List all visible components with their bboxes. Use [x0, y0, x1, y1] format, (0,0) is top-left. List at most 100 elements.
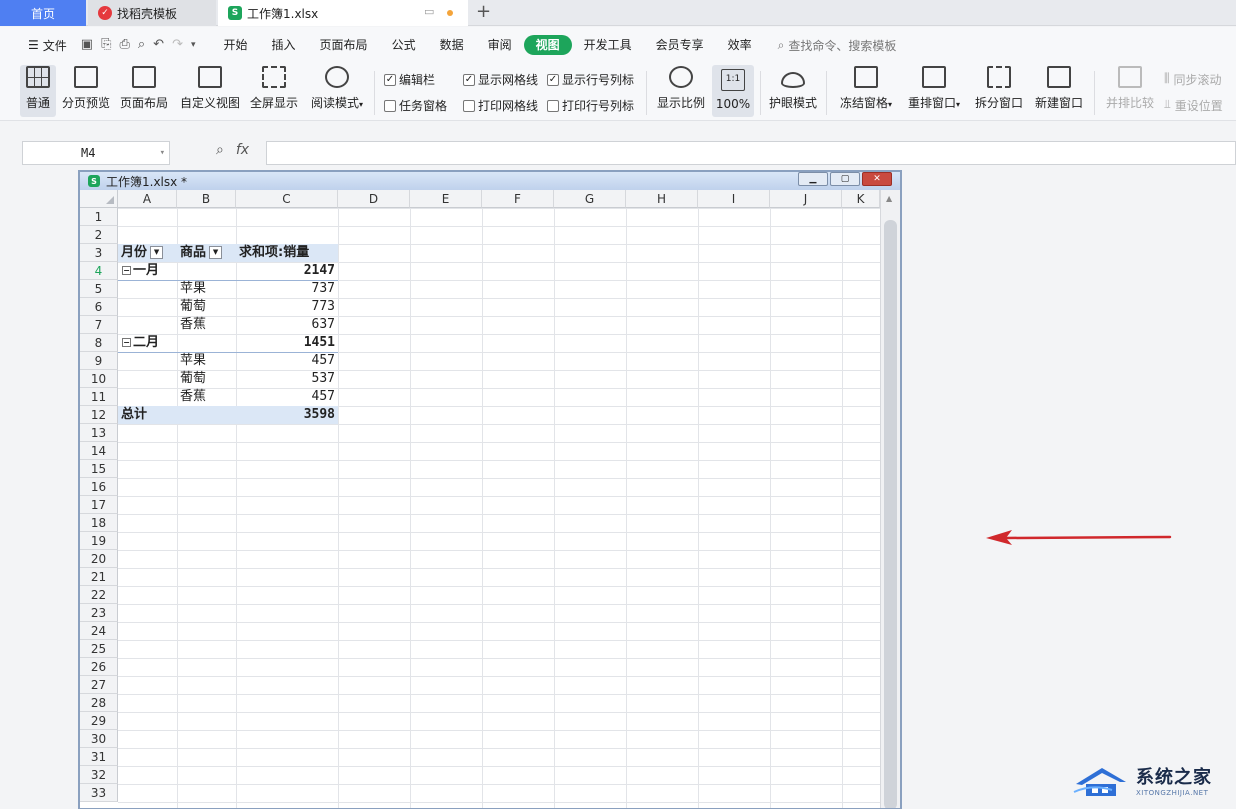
- row-header[interactable]: 2: [80, 226, 118, 244]
- pivot-cell-item[interactable]: 苹果: [177, 280, 236, 298]
- menu-view[interactable]: 视图: [523, 35, 572, 55]
- add-tab-button[interactable]: +: [476, 1, 491, 22]
- print-gridlines-checkbox[interactable]: 打印网格线: [463, 97, 538, 114]
- pivot-cell-value[interactable]: 2147: [236, 262, 338, 280]
- row-header[interactable]: 33: [80, 784, 118, 802]
- pivot-cell-item[interactable]: 葡萄: [177, 298, 236, 316]
- row-header[interactable]: 9: [80, 352, 118, 370]
- row-header[interactable]: 27: [80, 676, 118, 694]
- pivot-header-value[interactable]: 求和项:销量: [236, 244, 338, 262]
- page-break-preview-button[interactable]: 分页预览: [60, 65, 112, 117]
- menu-efficiency[interactable]: 效率: [716, 35, 764, 55]
- tab-template[interactable]: ✓ 找稻壳模板: [88, 0, 216, 26]
- row-header[interactable]: 20: [80, 550, 118, 568]
- row-header[interactable]: 5: [80, 280, 118, 298]
- zoom-button[interactable]: 显示比例: [654, 65, 708, 117]
- row-header[interactable]: 17: [80, 496, 118, 514]
- pivot-cell-item[interactable]: 葡萄: [177, 370, 236, 388]
- row-header[interactable]: 25: [80, 640, 118, 658]
- print-headers-checkbox[interactable]: 打印行号列标: [547, 97, 634, 114]
- column-header-f[interactable]: F: [482, 190, 554, 208]
- row-header[interactable]: 16: [80, 478, 118, 496]
- task-pane-checkbox[interactable]: 任务窗格: [384, 97, 447, 114]
- filter-dropdown-icon[interactable]: ▼: [209, 246, 223, 259]
- collapse-icon[interactable]: −: [122, 338, 131, 347]
- column-header-b[interactable]: B: [177, 190, 236, 208]
- tab-home[interactable]: 首页: [0, 0, 86, 26]
- pivot-cell-value[interactable]: 773: [236, 298, 338, 316]
- split-window-button[interactable]: 拆分窗口: [972, 65, 1026, 117]
- pivot-cell-item[interactable]: 香蕉: [177, 388, 236, 406]
- row-header[interactable]: 15: [80, 460, 118, 478]
- scrollbar-thumb[interactable]: [884, 220, 897, 808]
- minimize-button[interactable]: ▁: [798, 172, 828, 186]
- zoom-100-button[interactable]: 1:1 100%: [712, 65, 754, 117]
- pivot-cell-value[interactable]: 457: [236, 388, 338, 406]
- row-header[interactable]: 19: [80, 532, 118, 550]
- row-header[interactable]: 23: [80, 604, 118, 622]
- column-header-i[interactable]: I: [698, 190, 770, 208]
- normal-view-button[interactable]: 普通: [20, 65, 56, 117]
- row-header[interactable]: 6: [80, 298, 118, 316]
- row-header[interactable]: 29: [80, 712, 118, 730]
- filter-dropdown-icon[interactable]: ▼: [150, 246, 164, 259]
- row-header[interactable]: 8: [80, 334, 118, 352]
- close-button[interactable]: ✕: [862, 172, 892, 186]
- command-search[interactable]: ⌕ 查找命令、搜索模板: [778, 37, 897, 54]
- custom-view-button[interactable]: 自定义视图: [178, 65, 242, 117]
- menu-developer[interactable]: 开发工具: [572, 35, 644, 55]
- row-header[interactable]: 26: [80, 658, 118, 676]
- reading-mode-button[interactable]: 阅读模式▾: [308, 65, 366, 117]
- redo-icon[interactable]: ↷: [172, 37, 183, 53]
- select-all-corner[interactable]: [80, 190, 118, 208]
- row-header-active[interactable]: 4: [80, 262, 118, 280]
- pivot-header-month[interactable]: 月份 ▼: [118, 244, 177, 262]
- freeze-panes-button[interactable]: 冻结窗格▾: [836, 65, 896, 117]
- column-header-c[interactable]: C: [236, 190, 338, 208]
- formula-bar-checkbox[interactable]: ✓ 编辑栏: [384, 71, 435, 88]
- pivot-group-january[interactable]: − 一月: [118, 262, 177, 280]
- row-header[interactable]: 10: [80, 370, 118, 388]
- restore-button[interactable]: ▢: [830, 172, 860, 186]
- vertical-scrollbar[interactable]: ▲: [880, 190, 900, 808]
- pivot-grand-total-label[interactable]: 总计: [118, 406, 236, 424]
- pivot-header-item[interactable]: 商品 ▼: [177, 244, 236, 262]
- show-gridlines-checkbox[interactable]: ✓ 显示网格线: [463, 71, 538, 88]
- monitor-icon[interactable]: ▭: [424, 5, 434, 18]
- fx-icon[interactable]: fx: [236, 142, 249, 158]
- column-header-a[interactable]: A: [118, 190, 177, 208]
- tab-workbook[interactable]: S 工作簿1.xlsx ▭: [218, 0, 468, 26]
- menu-member[interactable]: 会员专享: [644, 35, 716, 55]
- column-header-h[interactable]: H: [626, 190, 698, 208]
- pivot-cell-value[interactable]: 637: [236, 316, 338, 334]
- row-header[interactable]: 1: [80, 208, 118, 226]
- pivot-cell-item[interactable]: 香蕉: [177, 316, 236, 334]
- fullscreen-button[interactable]: 全屏显示: [248, 65, 300, 117]
- chevron-down-icon[interactable]: ▾: [160, 142, 165, 164]
- menu-formulas[interactable]: 公式: [380, 35, 428, 55]
- export-pdf-icon[interactable]: ⎘: [101, 37, 111, 53]
- row-header[interactable]: 14: [80, 442, 118, 460]
- row-header[interactable]: 11: [80, 388, 118, 406]
- reset-position-button[interactable]: ⫫ 重设位置: [1164, 97, 1223, 114]
- formula-input[interactable]: [266, 141, 1236, 165]
- save-icon[interactable]: ▣: [81, 37, 93, 53]
- row-header[interactable]: 32: [80, 766, 118, 784]
- column-header-j[interactable]: J: [770, 190, 842, 208]
- arrange-windows-button[interactable]: 重排窗口▾: [904, 65, 964, 117]
- zoom-formula-icon[interactable]: ⌕: [216, 142, 224, 158]
- name-box[interactable]: M4 ▾: [22, 141, 170, 165]
- row-header[interactable]: 18: [80, 514, 118, 532]
- menu-review[interactable]: 审阅: [476, 35, 524, 55]
- row-header[interactable]: 7: [80, 316, 118, 334]
- menu-data[interactable]: 数据: [428, 35, 476, 55]
- menu-home[interactable]: 开始: [212, 35, 260, 55]
- page-layout-view-button[interactable]: 页面布局: [118, 65, 170, 117]
- row-header[interactable]: 30: [80, 730, 118, 748]
- print-preview-icon[interactable]: ⌕: [138, 37, 145, 53]
- column-header-k[interactable]: K: [842, 190, 880, 208]
- pivot-cell-value[interactable]: 537: [236, 370, 338, 388]
- window-titlebar[interactable]: S 工作簿1.xlsx * ▁ ▢ ✕: [80, 172, 900, 190]
- row-header[interactable]: 12: [80, 406, 118, 424]
- pivot-cell-item[interactable]: 苹果: [177, 352, 236, 370]
